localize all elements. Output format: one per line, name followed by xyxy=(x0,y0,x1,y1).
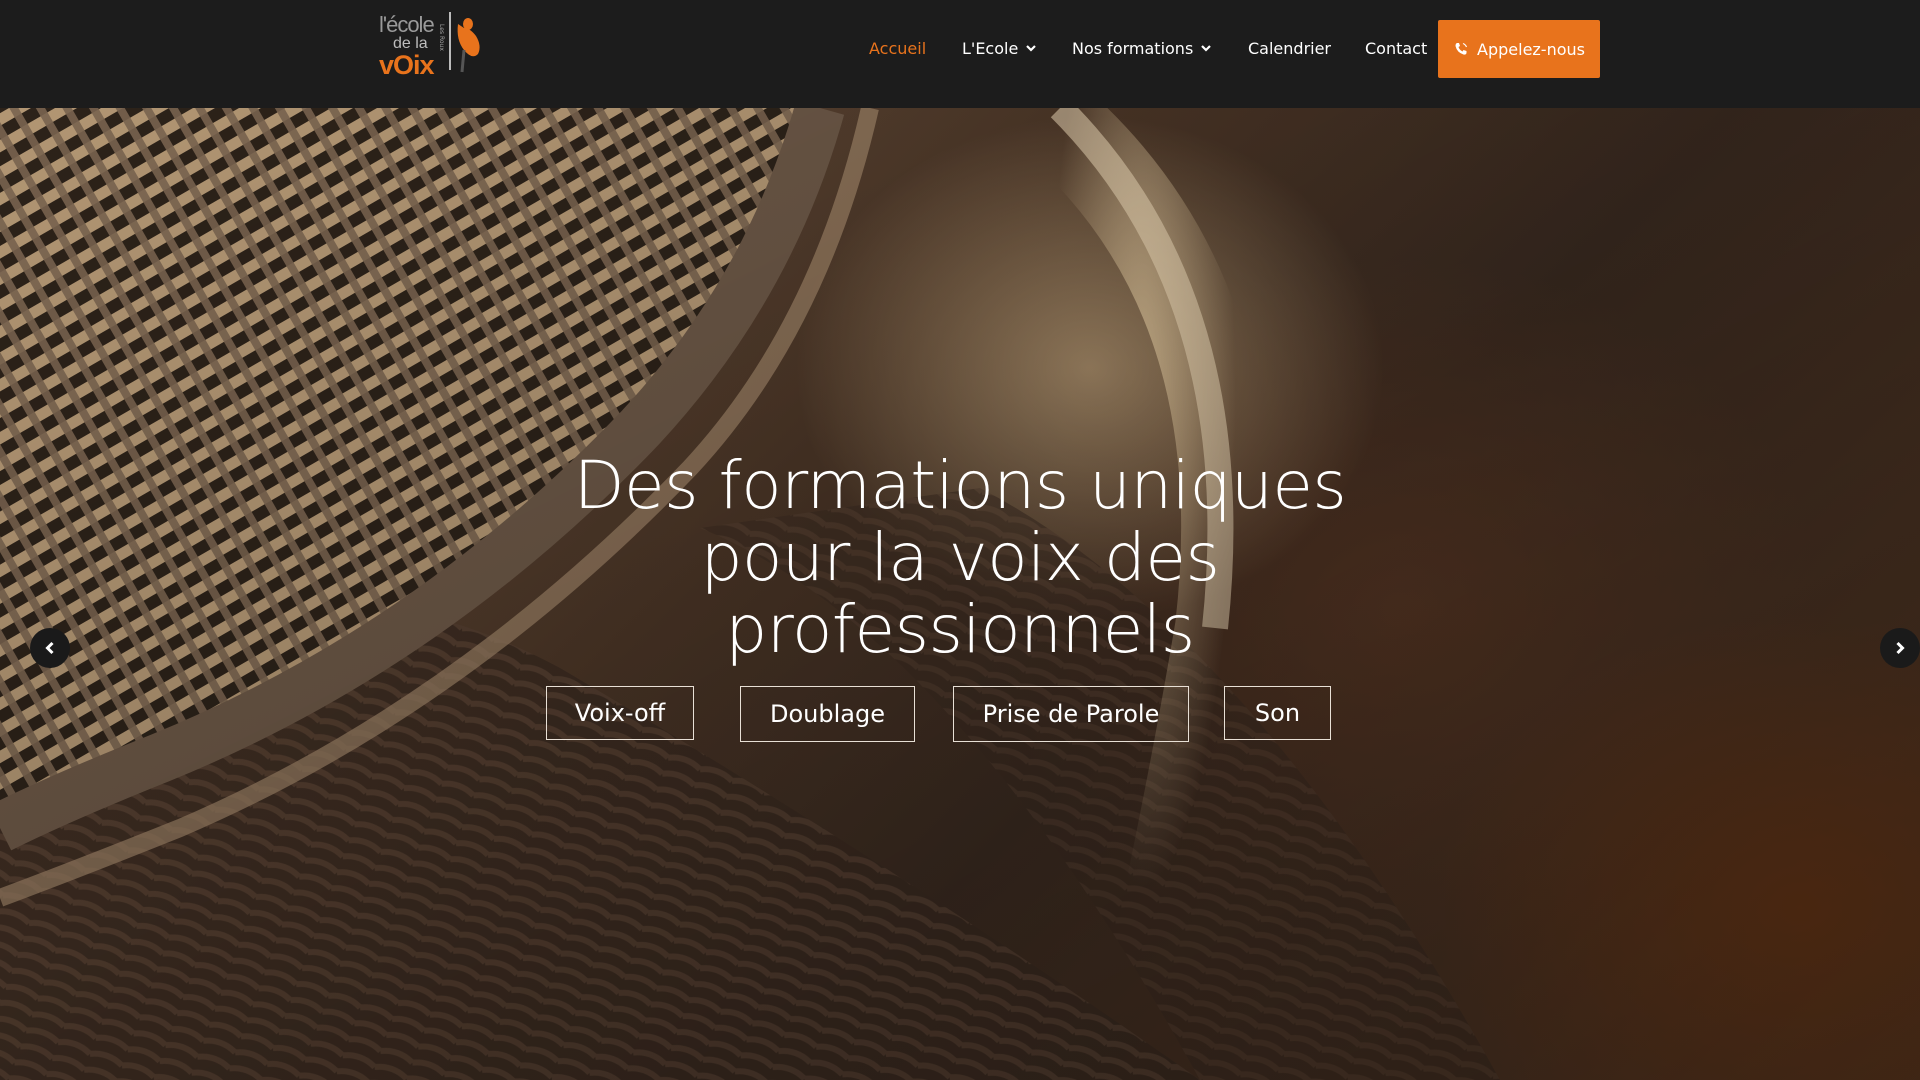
tag-son-button[interactable]: Son xyxy=(1224,686,1331,740)
nav-label: Contact xyxy=(1365,38,1428,58)
call-us-label: Appelez-nous xyxy=(1477,39,1585,59)
logo-wordmark: l'école de la vOix xyxy=(379,12,441,80)
hero-slider: Des formations uniques pour la voix des … xyxy=(0,108,1920,1080)
chevron-right-icon xyxy=(1896,641,1905,655)
nav-nos-formations[interactable]: Nos formations xyxy=(1072,36,1212,60)
microphone-icon xyxy=(449,12,480,73)
tag-label: Prise de Parole xyxy=(982,700,1160,728)
slider-next-button[interactable] xyxy=(1880,628,1920,668)
nav-label: Accueil xyxy=(869,38,927,58)
chevron-down-icon xyxy=(1026,45,1037,52)
site-logo[interactable]: l'école de la vOix Les Roux xyxy=(376,10,484,80)
logo-line-1: l'école xyxy=(379,12,435,37)
call-us-button[interactable]: Appelez-nous xyxy=(1438,20,1600,78)
hero-title-line: pour la voix des xyxy=(700,519,1220,596)
slider-prev-button[interactable] xyxy=(30,628,70,668)
nav-contact[interactable]: Contact xyxy=(1365,36,1427,60)
tag-label: Doublage xyxy=(770,700,885,728)
hero-title-line: Des formations uniques xyxy=(573,447,1347,524)
tag-label: Voix-off xyxy=(574,699,666,727)
nav-lecole[interactable]: L'Ecole xyxy=(962,36,1037,60)
tag-doublage-button[interactable]: Doublage xyxy=(740,686,915,742)
nav-calendrier[interactable]: Calendrier xyxy=(1248,36,1331,60)
chevron-left-icon xyxy=(45,641,54,655)
nav-accueil[interactable]: Accueil xyxy=(869,36,926,60)
nav-label: Calendrier xyxy=(1248,38,1332,58)
tag-label: Son xyxy=(1254,699,1301,727)
hero-title-line: professionnels xyxy=(725,591,1195,668)
chevron-down-icon xyxy=(1201,45,1212,52)
site-header: l'école de la vOix Les Roux Accueil L'Ec… xyxy=(0,0,1920,108)
phone-icon xyxy=(1455,42,1468,55)
nav-label: L'Ecole xyxy=(962,38,1019,58)
tag-prise-de-parole-button[interactable]: Prise de Parole xyxy=(953,686,1189,742)
nav-label: Nos formations xyxy=(1072,38,1194,58)
tag-voix-off-button[interactable]: Voix-off xyxy=(546,686,694,740)
logo-line-3: vOix xyxy=(379,50,435,80)
hero-title: Des formations uniques pour la voix des … xyxy=(540,450,1380,666)
